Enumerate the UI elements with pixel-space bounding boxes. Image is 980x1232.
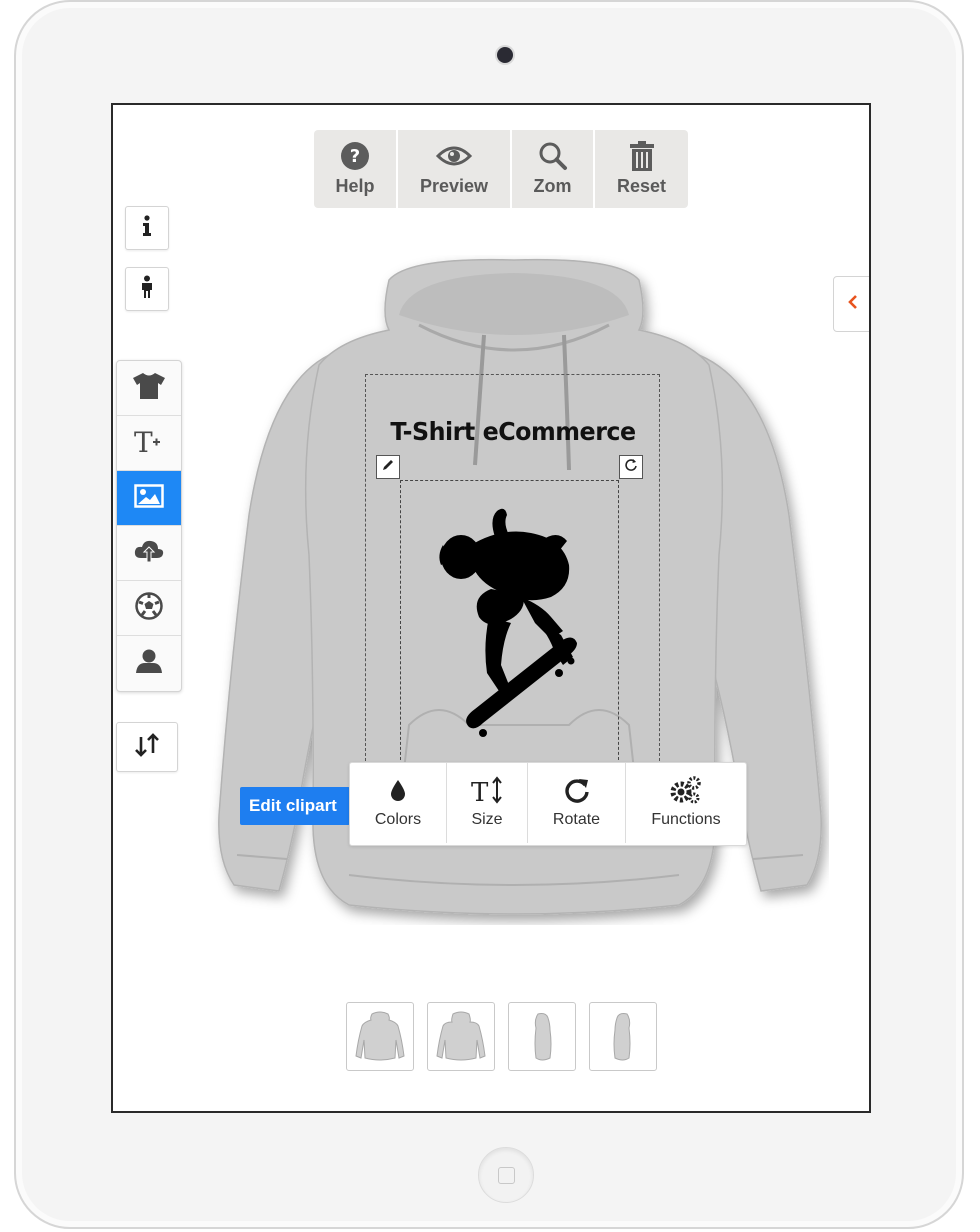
view-thumb-right[interactable]: [589, 1002, 657, 1071]
add-text-icon: T: [132, 426, 166, 461]
rotate-label: Rotate: [552, 811, 601, 828]
eye-icon: [436, 140, 472, 172]
view-thumbnails: [346, 1002, 657, 1071]
camera-icon: [497, 47, 513, 63]
zoom-label: Zom: [533, 176, 572, 196]
model-button[interactable]: [125, 267, 169, 311]
side-navigation: T: [116, 360, 182, 692]
gears-icon: [670, 775, 702, 805]
pencil-icon: [381, 458, 395, 477]
nav-team[interactable]: [117, 581, 181, 636]
reset-label: Reset: [616, 176, 667, 196]
nav-clipart[interactable]: [117, 471, 181, 526]
soccer-ball-icon: [135, 591, 163, 625]
info-icon: [140, 214, 154, 242]
image-icon: [134, 483, 164, 513]
rotate-handle[interactable]: [619, 455, 643, 479]
help-button[interactable]: ? Help: [314, 130, 398, 208]
view-thumb-back[interactable]: [427, 1002, 495, 1071]
search-icon: [538, 140, 568, 172]
svg-text:T: T: [134, 426, 153, 456]
edit-clipart-toolbar: Colors T Size Rotate Functions: [349, 762, 747, 846]
rotate-small-icon: [624, 458, 638, 477]
nav-add-text[interactable]: T: [117, 416, 181, 471]
design-text-layer[interactable]: T-Shirt eCommerce: [390, 417, 637, 446]
svg-text:?: ?: [350, 146, 360, 167]
tshirt-icon: [132, 372, 166, 405]
droplet-icon: [389, 775, 407, 805]
question-circle-icon: ?: [340, 140, 370, 172]
cloud-upload-icon: [133, 538, 165, 569]
layers-sort-button[interactable]: [116, 722, 178, 772]
top-toolbar: ? Help Preview Zom Reset: [314, 130, 688, 208]
edit-handle[interactable]: [376, 455, 400, 479]
rotate-button[interactable]: Rotate: [528, 763, 626, 843]
designer-screen: ? Help Preview Zom Reset T T-Shirt eComm…: [111, 103, 871, 1113]
functions-button[interactable]: Functions: [626, 763, 746, 843]
sort-arrows-icon: [134, 732, 160, 762]
info-button[interactable]: [125, 206, 169, 250]
home-button[interactable]: [478, 1147, 534, 1203]
text-size-icon: T: [471, 775, 503, 805]
zoom-button[interactable]: Zom: [512, 130, 595, 208]
view-thumb-front[interactable]: [346, 1002, 414, 1071]
edit-clipart-badge: Edit clipart: [240, 787, 350, 825]
nav-product[interactable]: [117, 361, 181, 416]
colors-label: Colors: [374, 811, 422, 828]
svg-text:T: T: [471, 778, 489, 805]
functions-label: Functions: [651, 811, 721, 828]
trash-icon: [629, 140, 655, 172]
nav-upload[interactable]: [117, 526, 181, 581]
view-thumb-left[interactable]: [508, 1002, 576, 1071]
preview-button[interactable]: Preview: [398, 130, 512, 208]
colors-button[interactable]: Colors: [350, 763, 447, 843]
skater-clipart[interactable]: [431, 505, 583, 737]
rotate-icon: [564, 775, 590, 805]
preview-label: Preview: [419, 176, 489, 196]
size-button[interactable]: T Size: [447, 763, 528, 843]
panel-toggle-button[interactable]: [833, 276, 869, 332]
person-icon: [139, 275, 155, 304]
size-label: Size: [471, 811, 503, 828]
chevron-left-icon: [848, 294, 858, 314]
user-icon: [135, 648, 163, 679]
nav-my-designs[interactable]: [117, 636, 181, 691]
reset-button[interactable]: Reset: [595, 130, 688, 208]
help-label: Help: [335, 176, 375, 196]
